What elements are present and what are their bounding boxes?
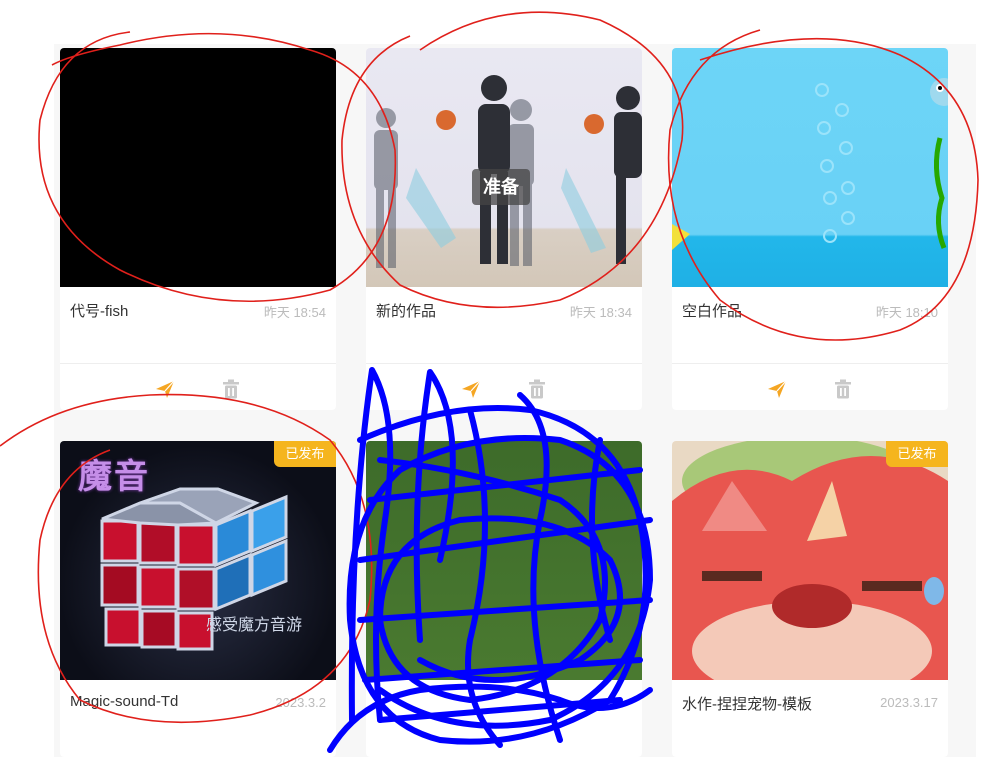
work-thumbnail[interactable]	[60, 48, 336, 287]
work-title: 空白作品	[682, 303, 743, 320]
work-thumbnail[interactable]: 已发布	[672, 441, 948, 680]
trash-icon	[223, 379, 239, 399]
work-thumbnail[interactable]	[366, 441, 642, 680]
paper-plane-icon	[156, 380, 175, 398]
card-divider	[60, 363, 336, 364]
work-thumbnail[interactable]: 准备	[366, 48, 642, 287]
work-date: 2023.3.2	[275, 695, 326, 710]
delete-button[interactable]	[832, 378, 854, 400]
delete-button[interactable]	[526, 378, 548, 400]
card-divider	[672, 363, 948, 364]
published-badge: 已发布	[274, 441, 336, 467]
published-badge: 已发布	[886, 441, 948, 467]
underwater-preview-image	[672, 78, 948, 250]
paper-plane-icon	[768, 380, 787, 398]
work-card[interactable]: 准备 新的作品 昨天 18:34	[366, 48, 642, 410]
work-thumbnail[interactable]: 魔音 感受魔方音游 已发布	[60, 441, 336, 680]
work-title: 水作-捏捏宠物-模板	[682, 696, 812, 713]
thumbnail-heading: 魔音	[78, 458, 150, 496]
work-card[interactable]: 已发布 水作-捏捏宠物-模板 2023.3.17	[672, 441, 948, 757]
pet-preview-image	[672, 441, 948, 680]
paper-plane-icon	[462, 380, 481, 398]
work-card[interactable]: 空白作品 昨天 18:10	[672, 48, 948, 410]
work-date: 昨天 18:34	[569, 305, 632, 320]
work-date: 昨天 18:10	[875, 305, 938, 320]
work-title: 代号-fish	[70, 303, 129, 320]
card-divider	[366, 363, 642, 364]
work-date: 2023.3.17	[880, 695, 938, 710]
delete-button[interactable]	[220, 378, 242, 400]
trash-icon	[835, 379, 851, 399]
publish-button[interactable]	[460, 378, 482, 400]
trash-icon	[529, 379, 545, 399]
work-card[interactable]	[366, 441, 642, 757]
publish-button[interactable]	[766, 378, 788, 400]
publish-button[interactable]	[154, 378, 176, 400]
work-card[interactable]: 魔音 感受魔方音游 已发布 Magic-sound-Td 2023.3.2	[60, 441, 336, 757]
work-title: 新的作品	[376, 303, 437, 320]
work-card[interactable]: 代号-fish 昨天 18:54	[60, 48, 336, 410]
work-date: 昨天 18:54	[263, 305, 326, 320]
prepare-label: 准备	[472, 169, 530, 205]
dance-preview-image	[374, 75, 642, 268]
thumbnail-caption: 感受魔方音游	[206, 617, 303, 634]
work-title: Magic-sound-Td	[70, 693, 179, 710]
work-thumbnail[interactable]	[672, 48, 948, 287]
